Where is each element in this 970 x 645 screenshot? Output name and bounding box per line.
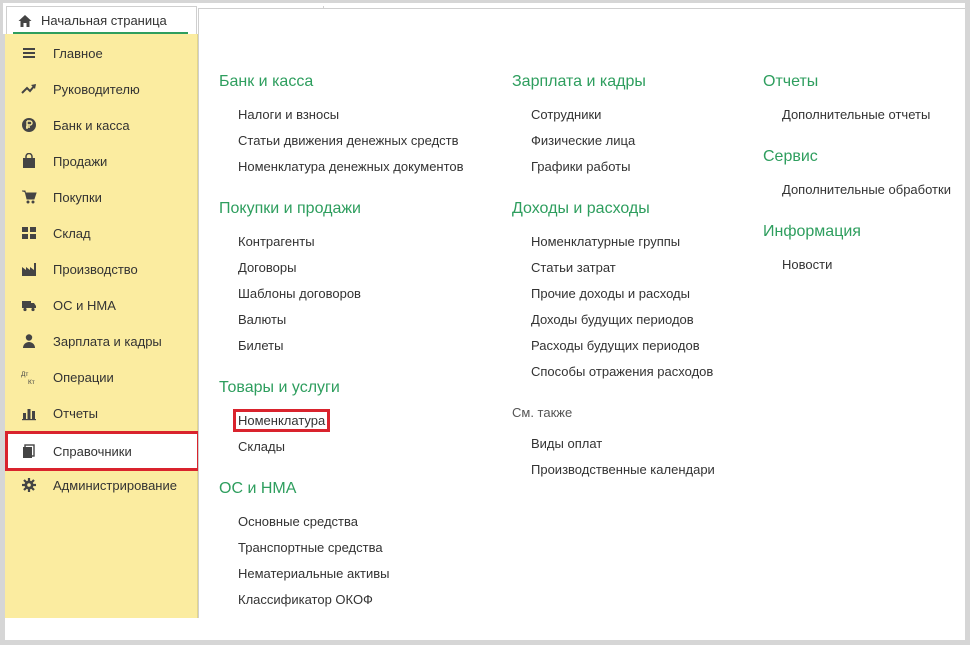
sidebar-item-label: ОС и НМА: [53, 297, 116, 313]
sidebar-item-assets[interactable]: ОС и НМА: [5, 287, 198, 323]
section-title-see-also: См. также: [512, 405, 573, 420]
link-contracts[interactable]: Договоры: [238, 260, 296, 275]
link-cost-items[interactable]: Статьи затрат: [531, 260, 616, 275]
link-work-schedules[interactable]: Графики работы: [531, 159, 630, 174]
books-icon: [21, 443, 37, 459]
menu-icon: [21, 45, 37, 61]
sidebar-item-salary[interactable]: Зарплата и кадры: [5, 323, 198, 359]
sidebar-item-bank[interactable]: Банк и касса: [5, 107, 198, 143]
link-vehicles[interactable]: Транспортные средства: [238, 540, 383, 555]
link-news[interactable]: Новости: [782, 257, 832, 272]
link-intangible-assets[interactable]: Нематериальные активы: [238, 566, 390, 581]
link-contract-templates[interactable]: Шаблоны договоров: [238, 286, 361, 301]
link-additional-processing[interactable]: Дополнительные обработки: [782, 182, 951, 197]
link-individuals[interactable]: Физические лица: [531, 133, 635, 148]
link-currencies[interactable]: Валюты: [238, 312, 286, 327]
sidebar-item-manager[interactable]: Руководителю: [5, 71, 198, 107]
link-fixed-assets[interactable]: Основные средства: [238, 514, 358, 529]
link-cash-flow-items[interactable]: Статьи движения денежных средств: [238, 133, 459, 148]
section-title-info: Информация: [763, 223, 861, 240]
section-title-purchases: Покупки и продажи: [219, 200, 361, 217]
section-title-goods: Товары и услуги: [219, 379, 340, 396]
sidebar-item-admin[interactable]: Администрирование: [5, 467, 198, 503]
link-money-documents[interactable]: Номенклатура денежных документов: [238, 159, 464, 174]
link-deferred-income[interactable]: Доходы будущих периодов: [531, 312, 694, 327]
trend-up-icon: [21, 81, 37, 97]
sidebar-item-reports[interactable]: Отчеты: [5, 395, 198, 431]
link-additional-reports[interactable]: Дополнительные отчеты: [782, 107, 930, 122]
svg-text:Дт: Дт: [21, 371, 28, 378]
link-counterparties[interactable]: Контрагенты: [238, 234, 315, 249]
link-production-calendars[interactable]: Производственные календари: [531, 462, 715, 477]
link-payment-types[interactable]: Виды оплат: [531, 436, 602, 451]
sidebar-item-operations[interactable]: Дт Кт Операции: [5, 359, 198, 395]
link-okof-classifier[interactable]: Классификатор ОКОФ: [238, 592, 373, 607]
home-icon: [17, 13, 33, 29]
link-tickets[interactable]: Билеты: [238, 338, 283, 353]
link-employees[interactable]: Сотрудники: [531, 107, 601, 122]
section-title-reports: Отчеты: [763, 73, 819, 90]
tab-home-label: Начальная страница: [41, 13, 167, 28]
section-title-income: Доходы и расходы: [512, 200, 650, 217]
debit-credit-icon: Дт Кт: [21, 369, 37, 385]
cart-icon: [21, 189, 37, 205]
sidebar-item-label: Производство: [53, 261, 138, 277]
sidebar-item-label: Банк и касса: [53, 117, 130, 133]
sidebar-item-label: Продажи: [53, 153, 108, 169]
section-title-salary: Зарплата и кадры: [512, 73, 646, 90]
sidebar-item-label: Администрирование: [53, 477, 177, 493]
sidebar-item-label: Отчеты: [53, 405, 98, 421]
person-icon: [21, 333, 37, 349]
ruble-icon: [21, 117, 37, 133]
link-other-income[interactable]: Прочие доходы и расходы: [531, 286, 690, 301]
sidebar-item-label: Склад: [53, 225, 91, 241]
main-panel: Банк и касса Налоги и взносы Статьи движ…: [198, 8, 965, 618]
tab-home[interactable]: Начальная страница: [6, 6, 197, 34]
section-title-service: Сервис: [763, 148, 818, 165]
sidebar-item-label: Главное: [53, 45, 103, 61]
section-title-bank: Банк и касса: [219, 73, 314, 90]
link-nomenclature-groups[interactable]: Номенклатурные группы: [531, 234, 680, 249]
gear-icon: [21, 477, 37, 493]
link-deferred-expenses[interactable]: Расходы будущих периодов: [531, 338, 700, 353]
factory-icon: [21, 261, 37, 277]
sidebar-item-label: Зарплата и кадры: [53, 333, 162, 349]
sidebar-item-catalogs[interactable]: Справочники: [5, 431, 200, 471]
shopping-bag-icon: [21, 153, 37, 169]
bar-chart-icon: [21, 405, 37, 421]
sidebar-item-production[interactable]: Производство: [5, 251, 198, 287]
warehouse-icon: [21, 225, 37, 241]
sidebar-item-label: Покупки: [53, 189, 102, 205]
section-title-assets: ОС и НМА: [219, 480, 297, 497]
sidebar-item-main[interactable]: Главное: [5, 35, 198, 71]
sidebar-item-warehouse[interactable]: Склад: [5, 215, 198, 251]
sidebar-item-sales[interactable]: Продажи: [5, 143, 198, 179]
sidebar-item-label: Справочники: [53, 443, 132, 459]
sidebar-item-label: Руководителю: [53, 81, 140, 97]
svg-text:Кт: Кт: [28, 379, 35, 385]
truck-icon: [21, 297, 37, 313]
link-nomenclature[interactable]: Номенклатура: [232, 409, 331, 432]
sidebar: Главное Руководителю Банк и касса Продаж…: [5, 34, 200, 618]
sidebar-item-label: Операции: [53, 369, 114, 385]
link-taxes[interactable]: Налоги и взносы: [238, 107, 339, 122]
link-warehouses[interactable]: Склады: [238, 439, 285, 454]
sidebar-item-purchases[interactable]: Покупки: [5, 179, 198, 215]
link-expense-methods[interactable]: Способы отражения расходов: [531, 364, 713, 379]
